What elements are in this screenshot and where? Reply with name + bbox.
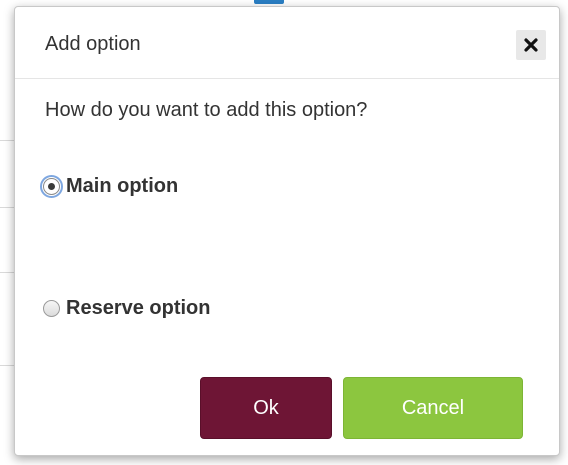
reserve-option-radio-row[interactable]: Reserve option — [43, 297, 210, 320]
background-divider — [0, 140, 14, 141]
ok-button[interactable]: Ok — [200, 377, 332, 439]
background-divider — [0, 207, 14, 208]
dialog-header: Add option — [15, 7, 559, 79]
main-option-radio[interactable] — [40, 175, 63, 198]
main-option-label[interactable]: Main option — [66, 175, 178, 198]
close-icon — [524, 38, 538, 52]
reserve-option-radio[interactable] — [43, 300, 60, 317]
background-divider — [0, 365, 14, 366]
dialog-title: Add option — [45, 33, 141, 55]
add-option-dialog: Add option How do you want to add this o… — [14, 6, 560, 456]
cancel-button[interactable]: Cancel — [343, 377, 523, 439]
main-option-radio-row[interactable]: Main option — [40, 175, 178, 198]
dialog-question: How do you want to add this option? — [45, 99, 368, 121]
background-divider — [0, 272, 14, 273]
background-accent — [254, 0, 284, 4]
reserve-option-label[interactable]: Reserve option — [66, 297, 210, 320]
close-button[interactable] — [516, 30, 546, 60]
